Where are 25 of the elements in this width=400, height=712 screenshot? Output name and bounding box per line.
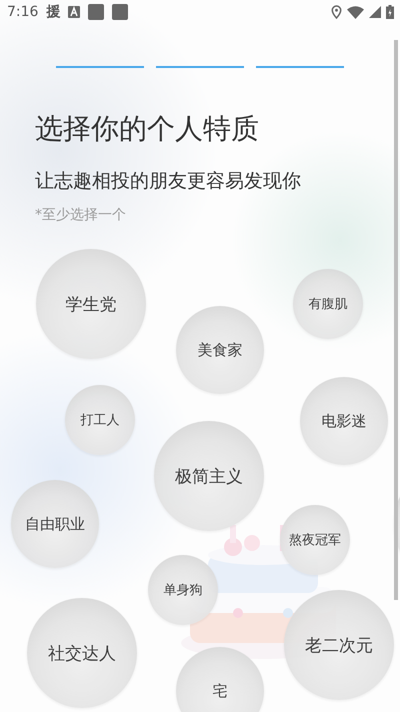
trait-bubble[interactable]: 极简主义 [154, 421, 264, 531]
trait-bubble[interactable]: 电影迷 [300, 377, 388, 465]
notification-icon [88, 4, 104, 20]
notification-icon [112, 4, 128, 20]
app-glyph: 援 [46, 3, 60, 21]
trait-bubble[interactable]: 社交达人 [27, 598, 137, 708]
battery-icon [386, 5, 394, 19]
status-time: 7:16 [7, 4, 38, 20]
keyboard-icon [68, 6, 80, 18]
signal-icon [369, 6, 381, 18]
trait-bubble[interactable]: 单身狗 [148, 555, 218, 625]
trait-bubble[interactable]: 老二次元 [284, 590, 394, 700]
scroll-bar[interactable] [394, 40, 398, 600]
trait-bubble[interactable]: 学生党 [36, 249, 146, 359]
trait-bubble[interactable]: 宅 [176, 647, 264, 712]
page-title: 选择你的个人特质 [35, 111, 260, 147]
trait-bubble[interactable]: 有腹肌 [293, 269, 363, 339]
trait-bubble[interactable]: 自由职业 [11, 480, 99, 568]
wifi-icon [347, 6, 364, 18]
location-icon [331, 5, 342, 19]
trait-bubble[interactable]: 美食家 [176, 306, 264, 394]
trait-bubble[interactable]: 打工人 [65, 385, 135, 455]
subtitle: 让志趣相投的朋友更容易发现你 [35, 169, 302, 194]
trait-bubble[interactable]: 熬夜冠军 [280, 505, 350, 575]
hint-text: *至少选择一个 [35, 206, 127, 224]
